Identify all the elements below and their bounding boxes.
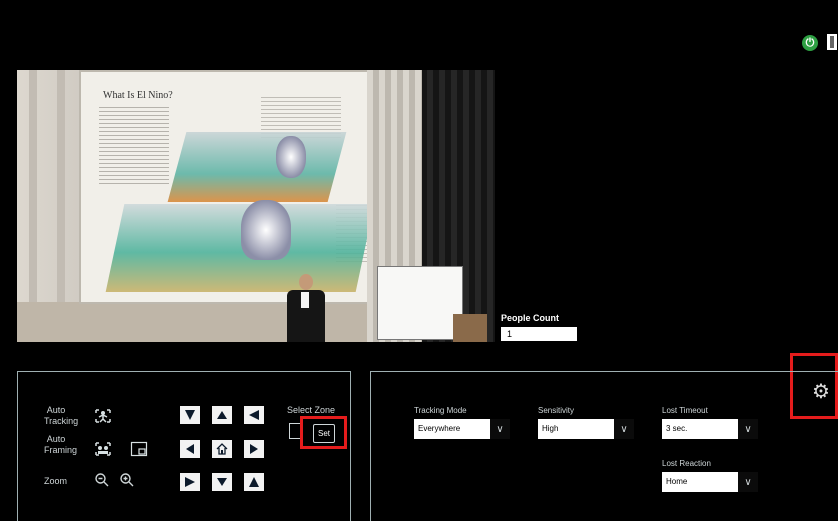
pan-up-left-button[interactable]	[180, 406, 200, 424]
camera-video-feed: What Is El Nino?	[17, 70, 495, 342]
top-bar	[0, 0, 838, 68]
tracking-settings-panel	[370, 371, 838, 521]
chevron-down-icon[interactable]: ∨	[614, 419, 634, 439]
set-zone-button[interactable]: Set	[313, 424, 335, 443]
auto-tracking-icon[interactable]	[93, 407, 113, 425]
whiteboard	[377, 266, 463, 340]
exit-door-icon[interactable]	[827, 34, 837, 50]
people-count-field: 1	[501, 327, 577, 341]
lost-reaction-label: Lost Reaction	[662, 459, 711, 468]
podium	[453, 314, 487, 342]
power-icon[interactable]: ⏻	[802, 35, 818, 51]
pan-down-left-button[interactable]	[180, 473, 200, 491]
lost-reaction-select[interactable]: Home	[662, 472, 738, 492]
pan-down-right-button[interactable]	[244, 473, 264, 491]
tracking-mode-label: Tracking Mode	[414, 406, 467, 415]
tilt-up-button[interactable]	[212, 406, 232, 424]
slide-title: What Is El Nino?	[103, 90, 173, 101]
zoom-in-icon[interactable]	[119, 472, 135, 491]
sensitivity-select[interactable]: High	[538, 419, 614, 439]
tilt-down-button[interactable]	[212, 473, 232, 491]
zoom-out-icon[interactable]	[94, 472, 110, 491]
auto-framing-label: Auto Framing	[44, 434, 78, 455]
auto-framing-icon[interactable]	[93, 440, 113, 458]
chevron-down-icon[interactable]: ∨	[490, 419, 510, 439]
people-count-label: People Count	[501, 313, 559, 323]
lost-timeout-select[interactable]: 3 sec.	[662, 419, 738, 439]
tracking-mode-select[interactable]: Everywhere	[414, 419, 490, 439]
pan-left-button[interactable]	[180, 440, 200, 458]
pan-right-button[interactable]	[244, 440, 264, 458]
framing-window-icon[interactable]	[129, 440, 149, 458]
select-zone-label: Select Zone	[287, 405, 336, 415]
sensitivity-label: Sensitivity	[538, 406, 575, 415]
chevron-down-icon[interactable]: ∨	[738, 419, 758, 439]
pan-up-right-button[interactable]	[244, 406, 264, 424]
lost-timeout-label: Lost Timeout	[662, 406, 708, 415]
home-button[interactable]	[212, 440, 232, 458]
auto-tracking-label: Auto Tracking	[44, 405, 79, 426]
projection-screen: What Is El Nino?	[79, 70, 385, 304]
zoom-label: Zoom	[44, 476, 68, 486]
chevron-down-icon[interactable]: ∨	[738, 472, 758, 492]
